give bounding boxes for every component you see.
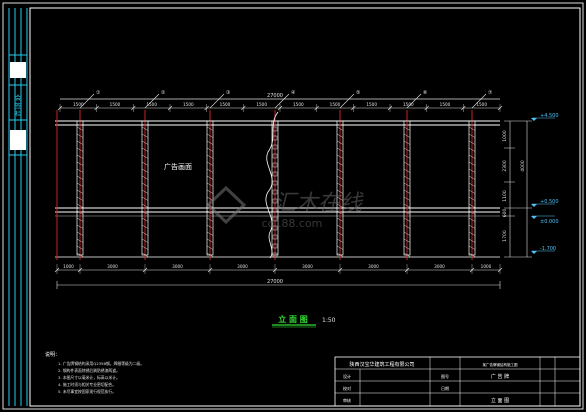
- title-block-drawing-label: 广 告 牌: [491, 373, 509, 380]
- bottom-dim-label: 3000: [368, 264, 379, 269]
- strip-label: 会: [15, 94, 21, 102]
- axis-mark-label: ④: [291, 90, 296, 96]
- title-block-approve-label: 审核: [343, 397, 351, 403]
- axis-mark-label: ⑤: [356, 90, 360, 96]
- top-dim-label: 1500: [256, 102, 267, 107]
- view-scale-text: 1:50: [322, 317, 336, 324]
- bottom-dim-label: 3000: [434, 264, 445, 269]
- bottom-dim-label: 1000: [481, 264, 492, 269]
- right-total-label: 4000: [520, 160, 526, 172]
- title-block-project: 某广告牌钢结构施工图: [483, 362, 518, 367]
- level-mark: -1.700: [540, 246, 556, 252]
- axis-mark-label: ②: [161, 90, 166, 96]
- axis-mark-label: ③: [226, 90, 230, 96]
- axis-mark-label: ①: [96, 90, 101, 96]
- level-mark: +0.500: [540, 199, 559, 205]
- level-mark: ±0.000: [540, 219, 559, 225]
- right-dim-label: 2300: [502, 160, 508, 172]
- note-line: 4. 施工时须与相关专业密切配合。: [58, 382, 116, 387]
- title-block-date-label: 日期: [441, 385, 449, 391]
- bottom-dim-label: 3000: [237, 264, 248, 269]
- right-dim-label: 1000: [502, 130, 508, 142]
- top-dim-label: 1500: [183, 102, 194, 107]
- level-mark: +4.500: [540, 113, 559, 119]
- top-total-label: 27000: [267, 93, 283, 99]
- bottom-dim-label: 1000: [63, 264, 74, 269]
- top-dim-label: 1500: [330, 102, 341, 107]
- note-line: 3. 本图尺寸以毫米计，标高以米计。: [58, 375, 120, 380]
- title-block-company: 陕西汉宝华建筑工程有限公司: [349, 361, 414, 368]
- strip-label: 栏: [15, 110, 21, 118]
- bottom-dim-label: 3000: [107, 264, 118, 269]
- view-title-text: 立 面 图: [278, 314, 308, 324]
- bottom-dim-label: 3000: [302, 264, 313, 269]
- panel-label: 广告画面: [164, 162, 192, 171]
- top-dim-label: 1500: [110, 102, 121, 107]
- title-block-check-label: 校对: [343, 385, 351, 391]
- right-dim-label: 600: [502, 209, 508, 218]
- top-dim-label: 1500: [476, 102, 487, 107]
- strip-block: [10, 130, 26, 150]
- top-dim-label: 1500: [440, 102, 451, 107]
- title-block-sheet-label: 图号: [441, 373, 449, 379]
- axis-mark-label: ⑦: [488, 90, 493, 96]
- top-dim-label: 1500: [220, 102, 231, 107]
- title-block-design-label: 设计: [343, 373, 351, 379]
- bottom-total-label: 27000: [267, 279, 283, 285]
- right-dim-label: 1700: [502, 230, 508, 242]
- top-dim-label: 1500: [293, 102, 304, 107]
- top-dim-label: 1500: [73, 102, 84, 107]
- watermark-text: 汇木在线: [274, 191, 364, 216]
- strip-block: [10, 62, 26, 78]
- note-line: 2. 钢构件表面除锈后刷防锈漆两道。: [58, 368, 120, 373]
- notes-title: 说明：: [45, 351, 60, 358]
- axis-mark-label: ⑥: [423, 90, 428, 96]
- top-dim-label: 1500: [366, 102, 377, 107]
- top-dim-label: 1500: [146, 102, 157, 107]
- right-dim-label: 1100: [502, 190, 508, 202]
- bottom-dim-label: 3000: [172, 264, 183, 269]
- cad-drawing-canvas: 会 签 栏 27000 1500 1500 1500 1500 1500 1500 1500…: [0, 0, 586, 412]
- note-line: 5. 未尽事宜按国家现行规范执行。: [58, 389, 116, 394]
- note-line: 1. 广告牌钢结构采用Q235B钢，焊缝等级为二级。: [58, 361, 144, 366]
- watermark-sub: co188.com: [262, 217, 323, 230]
- strip-label: 签: [15, 102, 21, 110]
- title-block-drawing-name: 立 面 图: [491, 397, 509, 404]
